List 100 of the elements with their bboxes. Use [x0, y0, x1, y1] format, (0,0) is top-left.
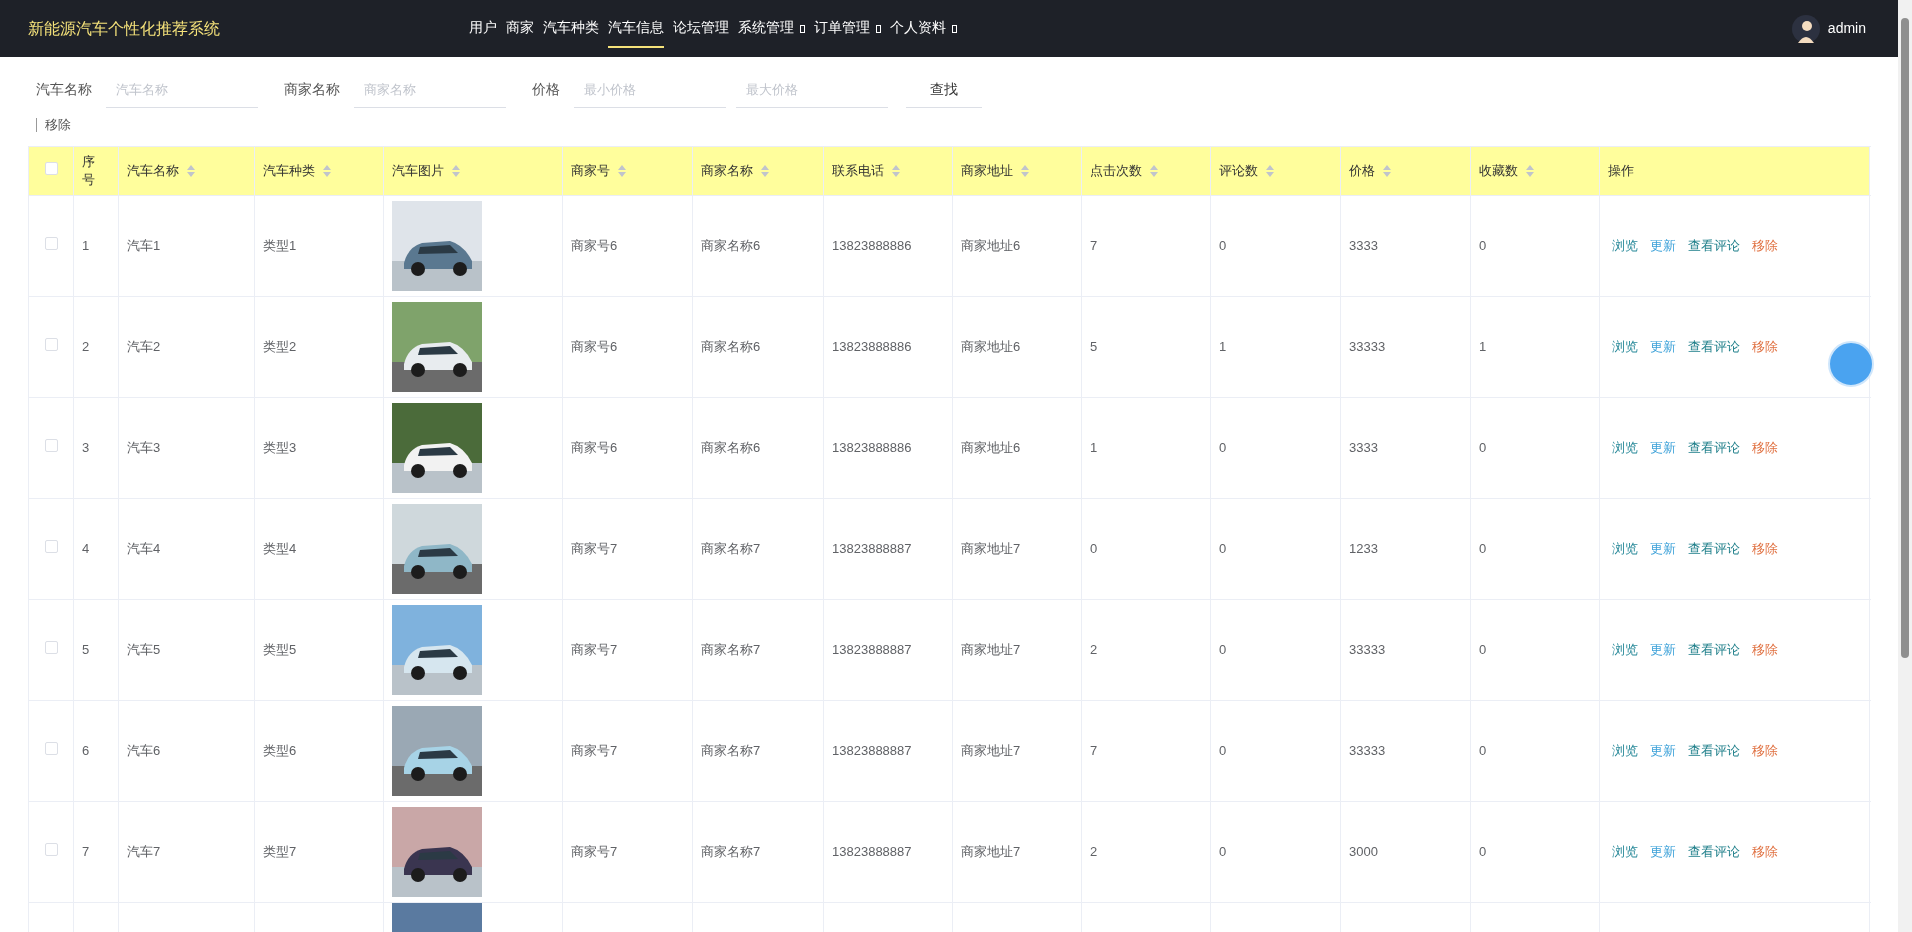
action-link[interactable]: 更新 — [1650, 741, 1676, 761]
action-link[interactable]: 更新 — [1650, 438, 1676, 458]
column-header: 点击次数 — [1090, 162, 1142, 181]
nav-tab[interactable]: 系统管理 — [738, 9, 794, 48]
action-link[interactable]: 移除 — [1752, 842, 1778, 862]
action-link[interactable]: 移除 — [1752, 337, 1778, 357]
checkbox[interactable] — [44, 237, 58, 251]
sort-icon[interactable] — [1266, 165, 1274, 177]
action-link[interactable]: 移除 — [1752, 438, 1778, 458]
dropdown-icon[interactable] — [876, 24, 881, 33]
nav-tab[interactable]: 订单管理 — [814, 9, 870, 48]
sort-icon[interactable] — [452, 165, 460, 177]
table-cell: 汽车5 — [127, 642, 161, 658]
sort-icon[interactable] — [618, 165, 626, 177]
table-cell: 33333 — [1349, 339, 1386, 355]
table-cell: 商家地址7 — [961, 743, 1021, 759]
input-field[interactable]: 汽车名称 — [106, 71, 258, 108]
table-cell: 33333 — [1349, 642, 1386, 658]
nav-tab[interactable]: 用户 — [469, 9, 497, 48]
action-link[interactable]: 浏览 — [1612, 337, 1638, 357]
table-cell: 0 — [1090, 541, 1098, 557]
action-link[interactable]: 移除 — [1752, 236, 1778, 256]
action-link[interactable]: 更新 — [1650, 842, 1676, 862]
table-cell: 0 — [1219, 844, 1227, 860]
action-link[interactable]: 浏览 — [1612, 236, 1638, 256]
action-link[interactable]: 查看评论 — [1688, 539, 1740, 559]
filter-label: 汽车名称 — [36, 80, 92, 99]
checkbox[interactable] — [44, 843, 58, 857]
sort-icon[interactable] — [1021, 165, 1029, 177]
sort-icon[interactable] — [1526, 165, 1534, 177]
action-link[interactable]: 查看评论 — [1688, 842, 1740, 862]
action-link[interactable]: 移除 — [1752, 539, 1778, 559]
action-link[interactable]: 查看评论 — [1688, 640, 1740, 660]
action-link[interactable]: 移除 — [1752, 741, 1778, 761]
column-header: 评论数 — [1219, 162, 1258, 181]
table-cell: 汽车4 — [127, 541, 161, 557]
action-link[interactable]: 更新 — [1650, 236, 1676, 256]
nav-tab[interactable]: 汽车信息 — [608, 9, 664, 48]
table-cell: 1 — [1090, 440, 1098, 456]
nav-tab[interactable]: 商家 — [506, 9, 534, 48]
sort-icon[interactable] — [1383, 165, 1391, 177]
sort-icon[interactable] — [761, 165, 769, 177]
table-cell: 13823888886 — [832, 339, 912, 355]
action-link[interactable]: 查看评论 — [1688, 337, 1740, 357]
action-link[interactable]: 浏览 — [1612, 741, 1638, 761]
action-link[interactable]: 查看评论 — [1688, 741, 1740, 761]
action-link[interactable]: 浏览 — [1612, 842, 1638, 862]
table-cell: 3333 — [1349, 238, 1378, 254]
filter-label: 价格 — [532, 80, 560, 99]
action-link[interactable]: 浏览 — [1612, 539, 1638, 559]
checkbox[interactable] — [44, 439, 58, 453]
nav-tab[interactable]: 个人资料 — [890, 9, 946, 48]
action-link[interactable]: 查看评论 — [1688, 438, 1740, 458]
action-link[interactable]: 浏览 — [1612, 438, 1638, 458]
action-link[interactable]: 查看评论 — [1688, 236, 1740, 256]
table-cell: 0 — [1219, 642, 1227, 658]
table-cell: 3000 — [1349, 844, 1378, 860]
dropdown-icon[interactable] — [952, 24, 957, 33]
action-link[interactable]: 更新 — [1650, 539, 1676, 559]
checkbox[interactable] — [44, 338, 58, 352]
table-cell: 汽车2 — [127, 339, 161, 355]
floating-button[interactable] — [1828, 341, 1874, 387]
search-button[interactable]: 查找 — [906, 71, 982, 108]
sort-icon[interactable] — [1150, 165, 1158, 177]
checkbox[interactable] — [44, 742, 58, 756]
nav-tab[interactable]: 论坛管理 — [673, 9, 729, 48]
table-cell: 商家号6 — [571, 238, 618, 254]
checkbox[interactable] — [44, 641, 58, 655]
column-header: 商家地址 — [961, 162, 1013, 181]
table-cell: 商家地址6 — [961, 339, 1021, 355]
table-cell: 商家名称7 — [701, 642, 761, 658]
dropdown-icon[interactable] — [800, 24, 805, 33]
action-link[interactable]: 浏览 — [1612, 640, 1638, 660]
sort-icon[interactable] — [323, 165, 331, 177]
nav-tab[interactable]: 汽车种类 — [543, 9, 599, 48]
table-cell: 商家号7 — [571, 743, 618, 759]
input-field[interactable]: 最小价格 — [574, 71, 726, 108]
input-field[interactable]: 商家名称 — [354, 71, 506, 108]
table-cell: 商家名称6 — [701, 238, 761, 254]
action-link[interactable]: 移除 — [1752, 640, 1778, 660]
remove-button[interactable]: 移除 — [36, 118, 71, 132]
scrollbar[interactable] — [1898, 0, 1912, 932]
table-cell: 0 — [1219, 743, 1227, 759]
checkbox[interactable] — [44, 540, 58, 554]
sort-icon[interactable] — [892, 165, 900, 177]
table-cell: 类型4 — [263, 541, 297, 557]
table-cell: 13823888887 — [832, 642, 912, 658]
avatar-icon[interactable] — [1791, 14, 1820, 43]
table-cell: 商家地址7 — [961, 844, 1021, 860]
column-header: 汽车种类 — [263, 162, 315, 181]
table-cell: 7 — [82, 844, 90, 860]
sort-icon[interactable] — [187, 165, 195, 177]
action-link[interactable]: 更新 — [1650, 337, 1676, 357]
action-link[interactable]: 更新 — [1650, 640, 1676, 660]
input-field[interactable]: 最大价格 — [736, 71, 888, 108]
username[interactable]: admin — [1827, 18, 1866, 39]
column-header: 商家名称 — [701, 162, 753, 181]
table-cell: 商家地址7 — [961, 541, 1021, 557]
column-header: 收藏数 — [1479, 162, 1518, 181]
checkbox[interactable] — [44, 162, 58, 176]
